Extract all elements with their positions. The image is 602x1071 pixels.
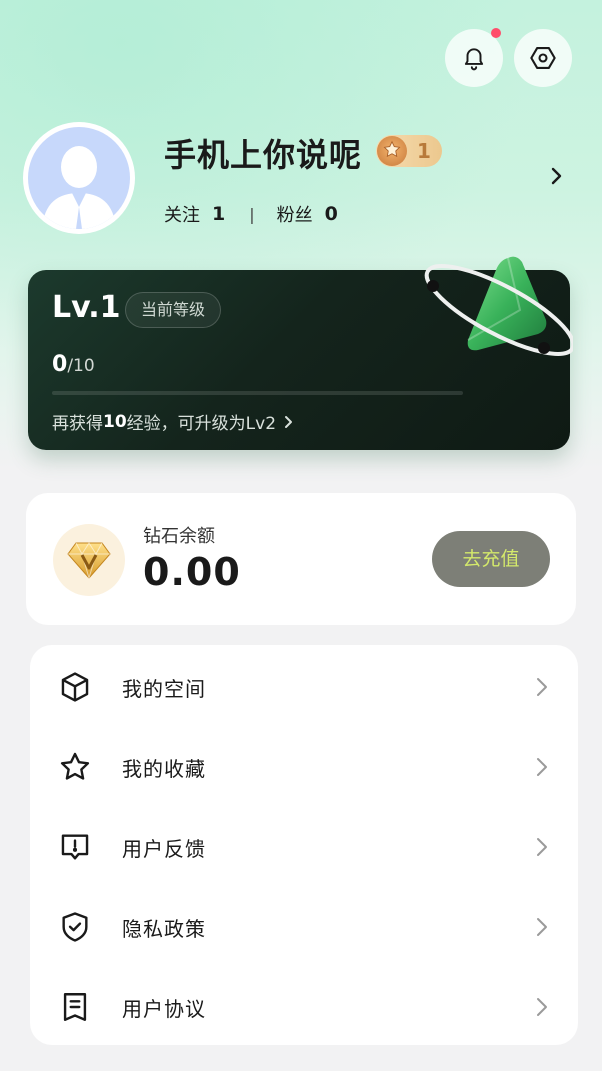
chevron-right-icon	[285, 415, 293, 428]
avatar[interactable]	[23, 122, 135, 234]
recharge-button[interactable]: 去充值	[432, 531, 550, 587]
level-upgrade-hint[interactable]: 再获得 10 经验，可升级为Lv2	[52, 409, 296, 434]
cube-icon	[61, 672, 89, 702]
menu-list: 我的空间 我的收藏 用户反馈 隐私政策 用户协议	[30, 645, 578, 1045]
stats-divider: |	[249, 204, 255, 224]
menu-item-my-favorites[interactable]: 我的收藏	[30, 727, 578, 807]
chevron-right-icon[interactable]	[548, 166, 566, 186]
follow-label[interactable]: 关注	[164, 201, 200, 227]
wallet-label: 钻石余额	[143, 526, 215, 547]
chevron-right-icon	[537, 678, 547, 696]
chevron-right-icon	[537, 918, 547, 936]
hexagon-settings-icon	[530, 47, 556, 69]
level-badge: 1	[376, 135, 442, 167]
chevron-right-icon	[537, 758, 547, 776]
menu-item-label: 用户协议	[122, 996, 206, 1021]
menu-item-privacy-policy[interactable]: 隐私政策	[30, 887, 578, 967]
level-badge-number: 1	[417, 139, 431, 163]
current-level-tag: 当前等级	[125, 292, 222, 328]
level-progress-current: 0	[52, 352, 68, 377]
menu-item-label: 我的收藏	[122, 756, 206, 781]
menu-item-user-agreement[interactable]: 用户协议	[30, 967, 578, 1047]
chevron-right-icon	[537, 998, 547, 1016]
default-user-avatar-icon	[28, 127, 130, 229]
hint-suffix: 经验，可升级为Lv2	[126, 414, 277, 434]
star-icon	[60, 752, 90, 780]
level-progress-text: 0/10	[52, 352, 95, 377]
menu-item-label: 我的空间	[122, 676, 206, 701]
follow-stats: 关注 1 | 粉丝 0	[164, 201, 338, 227]
diamond-icon	[53, 524, 125, 596]
document-icon	[63, 993, 87, 1021]
medal-icon	[377, 136, 407, 166]
menu-item-label: 隐私政策	[122, 916, 206, 941]
hint-prefix: 再获得	[52, 414, 103, 434]
follow-count[interactable]: 1	[212, 203, 225, 225]
notification-dot	[491, 28, 501, 38]
diamond-wallet-card: 钻石余额 0.00 去充值	[26, 493, 576, 625]
menu-item-feedback[interactable]: 用户反馈	[30, 807, 578, 887]
level-gem-decoration	[424, 256, 573, 356]
fans-count[interactable]: 0	[325, 203, 338, 225]
menu-item-label: 用户反馈	[122, 836, 206, 861]
level-progress-max: /10	[67, 356, 95, 376]
menu-item-my-space[interactable]: 我的空间	[30, 647, 578, 727]
level-title: Lv.1	[52, 290, 121, 325]
shield-check-icon	[62, 912, 88, 942]
wallet-amount: 0.00	[143, 550, 241, 594]
level-progress-bar	[52, 391, 463, 395]
username: 手机上你说呢	[164, 136, 363, 174]
chevron-right-icon	[537, 838, 547, 856]
bell-icon	[464, 48, 484, 71]
feedback-icon	[61, 834, 89, 860]
settings-button[interactable]	[514, 29, 572, 87]
fans-label[interactable]: 粉丝	[277, 201, 313, 227]
hint-value: 10	[103, 411, 127, 432]
level-card[interactable]: Lv.1 当前等级 0/10 再获得 10 经验，可升级为Lv2	[28, 256, 573, 450]
